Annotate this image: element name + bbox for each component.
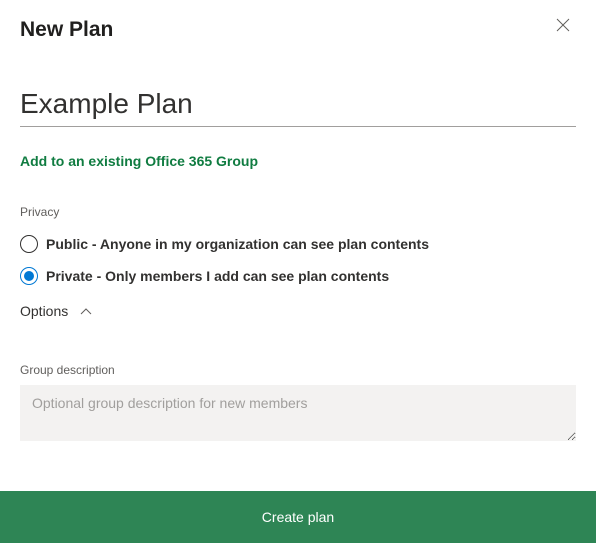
add-existing-group-link[interactable]: Add to an existing Office 365 Group [20, 153, 258, 169]
group-description-textarea[interactable] [20, 385, 576, 441]
create-plan-button[interactable]: Create plan [0, 491, 596, 543]
privacy-private-radio[interactable]: Private - Only members I add can see pla… [20, 267, 576, 285]
close-button[interactable] [554, 16, 572, 39]
group-description-label: Group description [20, 363, 576, 377]
privacy-private-label: Private - Only members I add can see pla… [46, 268, 389, 284]
privacy-public-radio[interactable]: Public - Anyone in my organization can s… [20, 235, 576, 253]
options-label: Options [20, 303, 68, 319]
radio-unselected-icon [20, 235, 38, 253]
options-toggle[interactable]: Options [20, 303, 576, 319]
radio-selected-icon [20, 267, 38, 285]
plan-name-input[interactable] [20, 84, 576, 127]
close-icon [556, 18, 570, 32]
privacy-label: Privacy [20, 205, 576, 219]
dialog-title: New Plan [20, 18, 113, 42]
privacy-public-label: Public - Anyone in my organization can s… [46, 236, 429, 252]
chevron-up-icon [80, 303, 92, 319]
